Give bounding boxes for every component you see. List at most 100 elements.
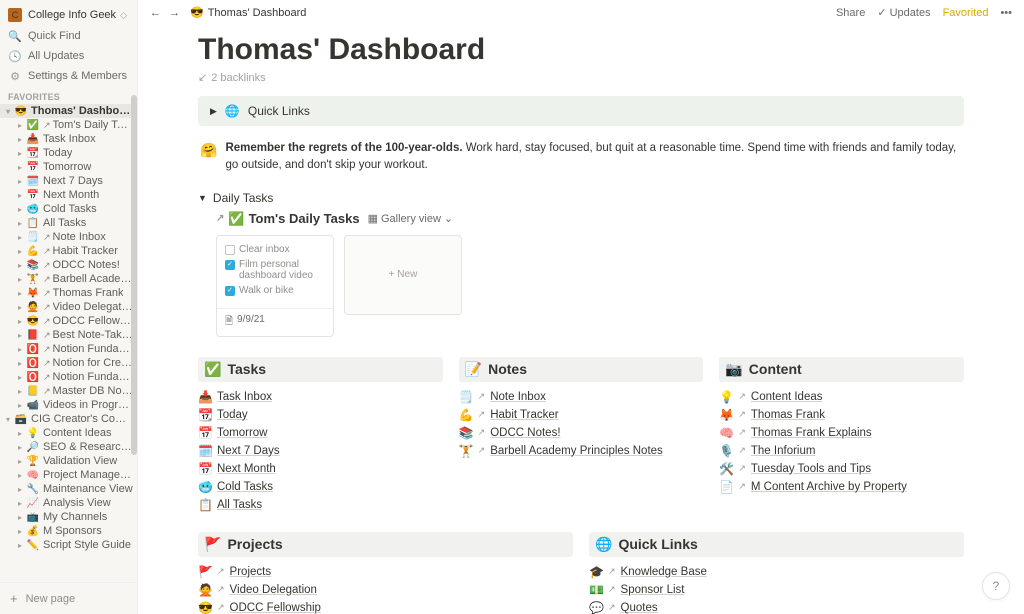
- expand-icon[interactable]: ▸: [14, 373, 26, 382]
- page-link[interactable]: 💡↗Content Ideas: [719, 388, 964, 406]
- sidebar-item[interactable]: ▸📋All Tasks: [0, 216, 137, 230]
- page-link[interactable]: 💪↗Habit Tracker: [459, 406, 704, 424]
- view-selector[interactable]: ▦ Gallery view ⌄: [368, 212, 454, 225]
- sidebar-item[interactable]: ▸🙅↗Video Delegation: [0, 300, 137, 314]
- page-link[interactable]: 🏋️↗Barbell Academy Principles Notes: [459, 442, 704, 460]
- page-link[interactable]: 📅Tomorrow: [198, 424, 443, 442]
- expand-icon[interactable]: ▸: [14, 513, 26, 522]
- checkbox[interactable]: [225, 286, 235, 296]
- page-link[interactable]: 🙅↗Video Delegation: [198, 581, 573, 599]
- favorited-button[interactable]: Favorited: [943, 7, 989, 19]
- sidebar-item[interactable]: ▸📈Analysis View: [0, 496, 137, 510]
- page-link[interactable]: 🚩↗Projects: [198, 563, 573, 581]
- page-link[interactable]: 📆Today: [198, 406, 443, 424]
- expand-icon[interactable]: ▸: [14, 191, 26, 200]
- expand-icon[interactable]: ▸: [14, 275, 26, 284]
- expand-icon[interactable]: ▸: [14, 135, 26, 144]
- expand-icon[interactable]: ▸: [14, 233, 26, 242]
- sidebar-item[interactable]: ▸📒↗Master DB Note-...: [0, 384, 137, 398]
- nav-back-button[interactable]: ←: [150, 7, 161, 19]
- expand-icon[interactable]: ▸: [14, 317, 26, 326]
- updates-button[interactable]: ✓ Updates: [877, 6, 930, 19]
- sidebar-item[interactable]: ▾😎Thomas' Dashboard: [0, 104, 137, 118]
- expand-icon[interactable]: ▸: [14, 359, 26, 368]
- expand-icon[interactable]: ▸: [14, 219, 26, 228]
- sidebar-item[interactable]: ▸📥Task Inbox: [0, 132, 137, 146]
- page-link[interactable]: 🎓↗Knowledge Base: [589, 563, 964, 581]
- page-link[interactable]: 💬↗Quotes: [589, 599, 964, 614]
- expand-icon[interactable]: ▸: [14, 121, 26, 130]
- sidebar-item[interactable]: ▸🥶Cold Tasks: [0, 202, 137, 216]
- gallery-card[interactable]: Clear inbox Film personal dashboard vide…: [216, 235, 334, 337]
- expand-icon[interactable]: ▸: [14, 289, 26, 298]
- settings-members[interactable]: ⚙ Settings & Members: [0, 66, 137, 86]
- share-button[interactable]: Share: [836, 7, 865, 19]
- sidebar-item[interactable]: ▸✅↗Tom's Daily Tasks: [0, 118, 137, 132]
- sidebar-item[interactable]: ▸🅾️↗Notion Fundame...: [0, 370, 137, 384]
- more-menu-button[interactable]: •••: [1000, 7, 1012, 19]
- expand-icon[interactable]: ▸: [14, 457, 26, 466]
- all-updates[interactable]: 🕓 All Updates: [0, 46, 137, 66]
- sidebar-item[interactable]: ▸💪↗Habit Tracker: [0, 244, 137, 258]
- quick-links-toggle[interactable]: ▶ 🌐 Quick Links: [198, 96, 964, 126]
- nav-forward-button[interactable]: →: [169, 7, 180, 19]
- page-link[interactable]: 🧠↗Thomas Frank Explains: [719, 424, 964, 442]
- page-link[interactable]: 📋All Tasks: [198, 496, 443, 514]
- sidebar-item[interactable]: ▸📺My Channels: [0, 510, 137, 524]
- quick-find[interactable]: 🔍 Quick Find: [0, 26, 137, 46]
- page-link[interactable]: 📄↗M Content Archive by Property: [719, 478, 964, 496]
- sidebar-item[interactable]: ▸📕↗Best Note-Taking...: [0, 328, 137, 342]
- sidebar-item[interactable]: ▸📹Videos in Progress: [0, 398, 137, 412]
- checkbox[interactable]: [225, 245, 235, 255]
- sidebar-item[interactable]: ▸🦊↗Thomas Frank: [0, 286, 137, 300]
- expand-icon[interactable]: ▸: [14, 149, 26, 158]
- sidebar-item[interactable]: ▸🏆Validation View: [0, 454, 137, 468]
- new-page-button[interactable]: + New page: [0, 582, 137, 614]
- expand-icon[interactable]: ▾: [2, 107, 14, 116]
- backlinks[interactable]: ↙ 2 backlinks: [198, 71, 964, 84]
- expand-icon[interactable]: ▸: [14, 177, 26, 186]
- expand-icon[interactable]: ▸: [14, 527, 26, 536]
- expand-icon[interactable]: ▸: [14, 429, 26, 438]
- sidebar-item[interactable]: ▸📅Next Month: [0, 188, 137, 202]
- sidebar-item[interactable]: ▸📆Today: [0, 146, 137, 160]
- page-link[interactable]: 🗒️↗Note Inbox: [459, 388, 704, 406]
- sidebar-scrollbar[interactable]: [131, 95, 137, 455]
- database-title[interactable]: ↗ ✅ Tom's Daily Tasks: [216, 211, 360, 227]
- sidebar-item[interactable]: ▸🏋️↗Barbell Academy ...: [0, 272, 137, 286]
- expand-icon[interactable]: ▸: [14, 331, 26, 340]
- expand-icon[interactable]: ▸: [14, 345, 26, 354]
- toggle-icon[interactable]: ▶: [210, 106, 217, 117]
- sidebar-item[interactable]: ▸🗒️↗Note Inbox: [0, 230, 137, 244]
- sidebar-item[interactable]: ▸💡Content Ideas: [0, 426, 137, 440]
- sidebar-item[interactable]: ▸🅾️↗Notion Fundame...: [0, 342, 137, 356]
- sidebar-item[interactable]: ▸📅Tomorrow: [0, 160, 137, 174]
- new-card-button[interactable]: + New: [344, 235, 462, 315]
- page-title[interactable]: Thomas' Dashboard: [198, 33, 964, 67]
- help-button[interactable]: ?: [982, 572, 1010, 600]
- daily-tasks-toggle[interactable]: ▼ Daily Tasks: [198, 191, 964, 205]
- page-link[interactable]: 📅Next Month: [198, 460, 443, 478]
- sidebar-item[interactable]: ▸🅾️↗Notion for Creat...: [0, 356, 137, 370]
- expand-icon[interactable]: ▸: [14, 261, 26, 270]
- expand-icon[interactable]: ▸: [14, 443, 26, 452]
- expand-icon[interactable]: ▸: [14, 541, 26, 550]
- expand-icon[interactable]: ▸: [14, 499, 26, 508]
- sidebar-item[interactable]: ▸🧠Project Manager View: [0, 468, 137, 482]
- page-link[interactable]: 🎙️↗The Inforium: [719, 442, 964, 460]
- workspace-switcher[interactable]: C College Info Geek ◇: [0, 0, 137, 26]
- sidebar-item[interactable]: ▸🗓️Next 7 Days: [0, 174, 137, 188]
- expand-icon[interactable]: ▸: [14, 303, 26, 312]
- toggle-down-icon[interactable]: ▼: [198, 193, 207, 203]
- expand-icon[interactable]: ▾: [2, 415, 14, 424]
- sidebar-item[interactable]: ▸📚↗ODCC Notes!: [0, 258, 137, 272]
- expand-icon[interactable]: ▸: [14, 471, 26, 480]
- page-link[interactable]: 🛠️↗Tuesday Tools and Tips: [719, 460, 964, 478]
- sidebar-item[interactable]: ▸💰M Sponsors: [0, 524, 137, 538]
- expand-icon[interactable]: ▸: [14, 401, 26, 410]
- sidebar-item[interactable]: ▾🗃️CIG Creator's Compan...: [0, 412, 137, 426]
- page-link[interactable]: 🦊↗Thomas Frank: [719, 406, 964, 424]
- sidebar-item[interactable]: ▸🔎SEO & Research View: [0, 440, 137, 454]
- sidebar-item[interactable]: ▸🔧Maintenance View: [0, 482, 137, 496]
- page-link[interactable]: 📚↗ODCC Notes!: [459, 424, 704, 442]
